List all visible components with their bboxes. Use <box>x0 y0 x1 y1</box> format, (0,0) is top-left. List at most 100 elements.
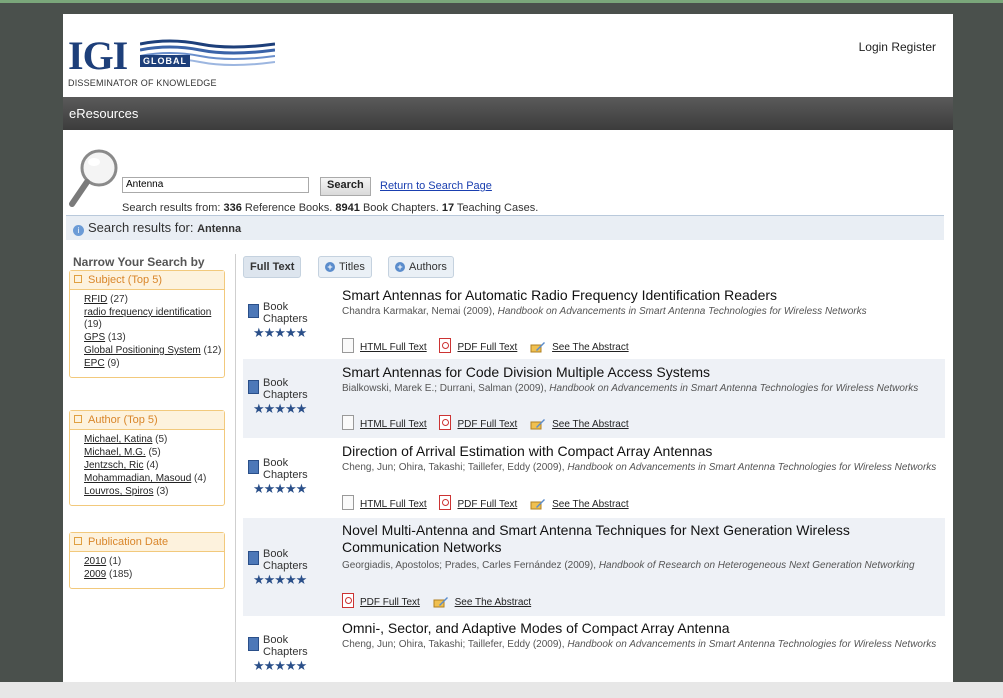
browser-bottom-bar <box>0 682 1003 698</box>
result-row: Book Chapters ★★★★★ Direction of Arrival … <box>243 438 945 518</box>
results-list: Book Chapters ★★★★★ Smart Antennas for Au… <box>243 283 945 696</box>
abstract-pencil-icon <box>530 499 546 510</box>
return-to-search-link[interactable]: Return to Search Page <box>380 180 492 192</box>
html-doc-icon <box>342 338 354 353</box>
result-citation: Bialkowski, Marek E.; Durrani, Salman (2… <box>342 383 919 394</box>
abstract-pencil-icon <box>530 419 546 430</box>
login-link[interactable]: Login <box>859 40 888 54</box>
facet-link[interactable]: Global Positioning System <box>84 345 201 356</box>
facet-link[interactable]: EPC <box>84 358 105 369</box>
subject-facet-heading[interactable]: Subject (Top 5) <box>70 271 224 290</box>
author-heading-label: Author (Top 5) <box>88 414 158 426</box>
bullet-icon <box>74 415 82 423</box>
result-type-label: Book Chapters <box>263 301 308 325</box>
rating-stars: ★★★★★ <box>253 658 307 673</box>
pdf-full-text-link[interactable]: PDF Full Text <box>457 342 517 353</box>
tab-authors[interactable]: + Authors <box>388 256 454 278</box>
igi-global-logo[interactable]: IGI GLOBAL DISSEMINATOR OF KNOWLEDGE <box>68 36 275 92</box>
book-icon <box>248 380 259 394</box>
result-title-link[interactable]: Smart Antennas for Automatic Radio Frequ… <box>342 287 777 304</box>
facet-count: (5) <box>152 434 168 445</box>
result-type-label: Book Chapters <box>263 377 308 401</box>
html-doc-icon <box>342 495 354 510</box>
results-for-query: Antenna <box>197 223 242 235</box>
result-title-link[interactable]: Omni-, Sector, and Adaptive Modes of Com… <box>342 620 730 637</box>
html-full-text-link[interactable]: HTML Full Text <box>360 419 427 430</box>
bullet-icon <box>74 537 82 545</box>
pdf-full-text-link[interactable]: PDF Full Text <box>457 419 517 430</box>
facet-link[interactable]: 2010 <box>84 556 106 567</box>
search-button[interactable]: Search <box>320 177 371 196</box>
see-abstract-link[interactable]: See The Abstract <box>552 499 629 510</box>
pubdate-facet-heading[interactable]: Publication Date <box>70 533 224 552</box>
html-full-text-link[interactable]: HTML Full Text <box>360 499 427 510</box>
tab-titles[interactable]: + Titles <box>318 256 372 278</box>
facet-link[interactable]: Michael, Katina <box>84 434 152 445</box>
rating-stars: ★★★★★ <box>253 325 307 340</box>
ref-books-count: 336 <box>223 202 242 214</box>
facet-link[interactable]: Mohammadian, Masoud <box>84 473 191 484</box>
result-citation: Cheng, Jun; Ohira, Takashi; Taillefer, E… <box>342 639 937 650</box>
account-links: Login Register <box>859 40 936 54</box>
cases-label: Teaching Cases. <box>454 202 539 214</box>
facet-link[interactable]: 2009 <box>84 569 106 580</box>
facet-count: (13) <box>105 332 126 343</box>
plus-icon: + <box>395 262 405 272</box>
rating-stars: ★★★★★ <box>253 401 307 416</box>
facet-link[interactable]: Louvros, Spiros <box>84 486 153 497</box>
header: IGI GLOBAL DISSEMINATOR OF KNOWLEDGE Log… <box>63 14 953 97</box>
logo-tagline: DISSEMINATOR OF KNOWLEDGE <box>68 78 217 88</box>
result-citation: Chandra Karmakar, Nemai (2009), Handbook… <box>342 306 867 317</box>
facet-link[interactable]: RFID <box>84 294 107 305</box>
facet-count: (4) <box>191 473 207 484</box>
facet-link[interactable]: Michael, M.G. <box>84 447 146 458</box>
author-facet-heading[interactable]: Author (Top 5) <box>70 411 224 430</box>
facet-link[interactable]: Jentzsch, Ric <box>84 460 143 471</box>
facet-count: (3) <box>153 486 169 497</box>
html-full-text-link[interactable]: HTML Full Text <box>360 342 427 353</box>
result-type-label: Book Chapters <box>263 548 308 572</box>
facet-item: 2010 (1) <box>84 556 224 568</box>
see-abstract-link[interactable]: See The Abstract <box>552 419 629 430</box>
facet-item: Michael, Katina (5) <box>84 434 224 446</box>
rating-stars: ★★★★★ <box>253 481 307 496</box>
facet-link[interactable]: radio frequency identification <box>84 307 211 318</box>
see-abstract-link[interactable]: See The Abstract <box>455 597 532 608</box>
result-links: HTML Full Text PDF Full Text See The Abs… <box>342 338 639 355</box>
info-icon: i <box>73 225 84 236</box>
pdf-icon <box>439 495 452 510</box>
bullet-icon <box>74 275 82 283</box>
results-for-label: Search results for: <box>88 220 198 235</box>
book-icon <box>248 304 259 318</box>
top-accent-line <box>0 0 1003 3</box>
tab-full-text[interactable]: Full Text <box>243 256 302 278</box>
facet-count: (27) <box>107 294 128 305</box>
rating-stars: ★★★★★ <box>253 572 307 587</box>
result-title-link[interactable]: Direction of Arrival Estimation with Com… <box>342 443 712 460</box>
narrow-search-title: Narrow Your Search by <box>73 255 205 269</box>
register-link[interactable]: Register <box>891 40 936 54</box>
page-container: IGI GLOBAL DISSEMINATOR OF KNOWLEDGE Log… <box>63 14 953 698</box>
result-title-link[interactable]: Novel Multi-Antenna and Smart Antenna Te… <box>342 522 850 556</box>
column-divider <box>235 254 236 698</box>
search-results-bar: i Search results for: Antenna <box>66 215 944 240</box>
pdf-full-text-link[interactable]: PDF Full Text <box>457 499 517 510</box>
result-title-link[interactable]: Smart Antennas for Code Division Multipl… <box>342 364 710 381</box>
results-summary: Search results from: 336 Reference Books… <box>122 202 538 214</box>
see-abstract-link[interactable]: See The Abstract <box>552 342 629 353</box>
result-citation: Georgiadis, Apostolos; Prades, Carles Fe… <box>342 560 915 571</box>
facet-count: (19) <box>84 319 102 330</box>
subject-facet: Subject (Top 5) RFID (27) radio frequenc… <box>69 270 225 378</box>
abstract-pencil-icon <box>530 342 546 353</box>
result-row: Book Chapters ★★★★★ Smart Antennas for Au… <box>243 283 945 359</box>
eresources-navbar: eResources <box>63 97 953 130</box>
facet-item: Louvros, Spiros (3) <box>84 486 224 498</box>
summary-prefix: Search results from: <box>122 202 224 214</box>
facet-item: RFID (27) <box>84 294 224 306</box>
search-input[interactable] <box>122 177 309 193</box>
facet-item: Michael, M.G. (5) <box>84 447 224 459</box>
publication-date-facet: Publication Date 2010 (1) 2009 (185) <box>69 532 225 589</box>
result-links: HTML Full Text PDF Full Text See The Abs… <box>342 415 639 432</box>
pdf-full-text-link[interactable]: PDF Full Text <box>360 597 420 608</box>
facet-link[interactable]: GPS <box>84 332 105 343</box>
